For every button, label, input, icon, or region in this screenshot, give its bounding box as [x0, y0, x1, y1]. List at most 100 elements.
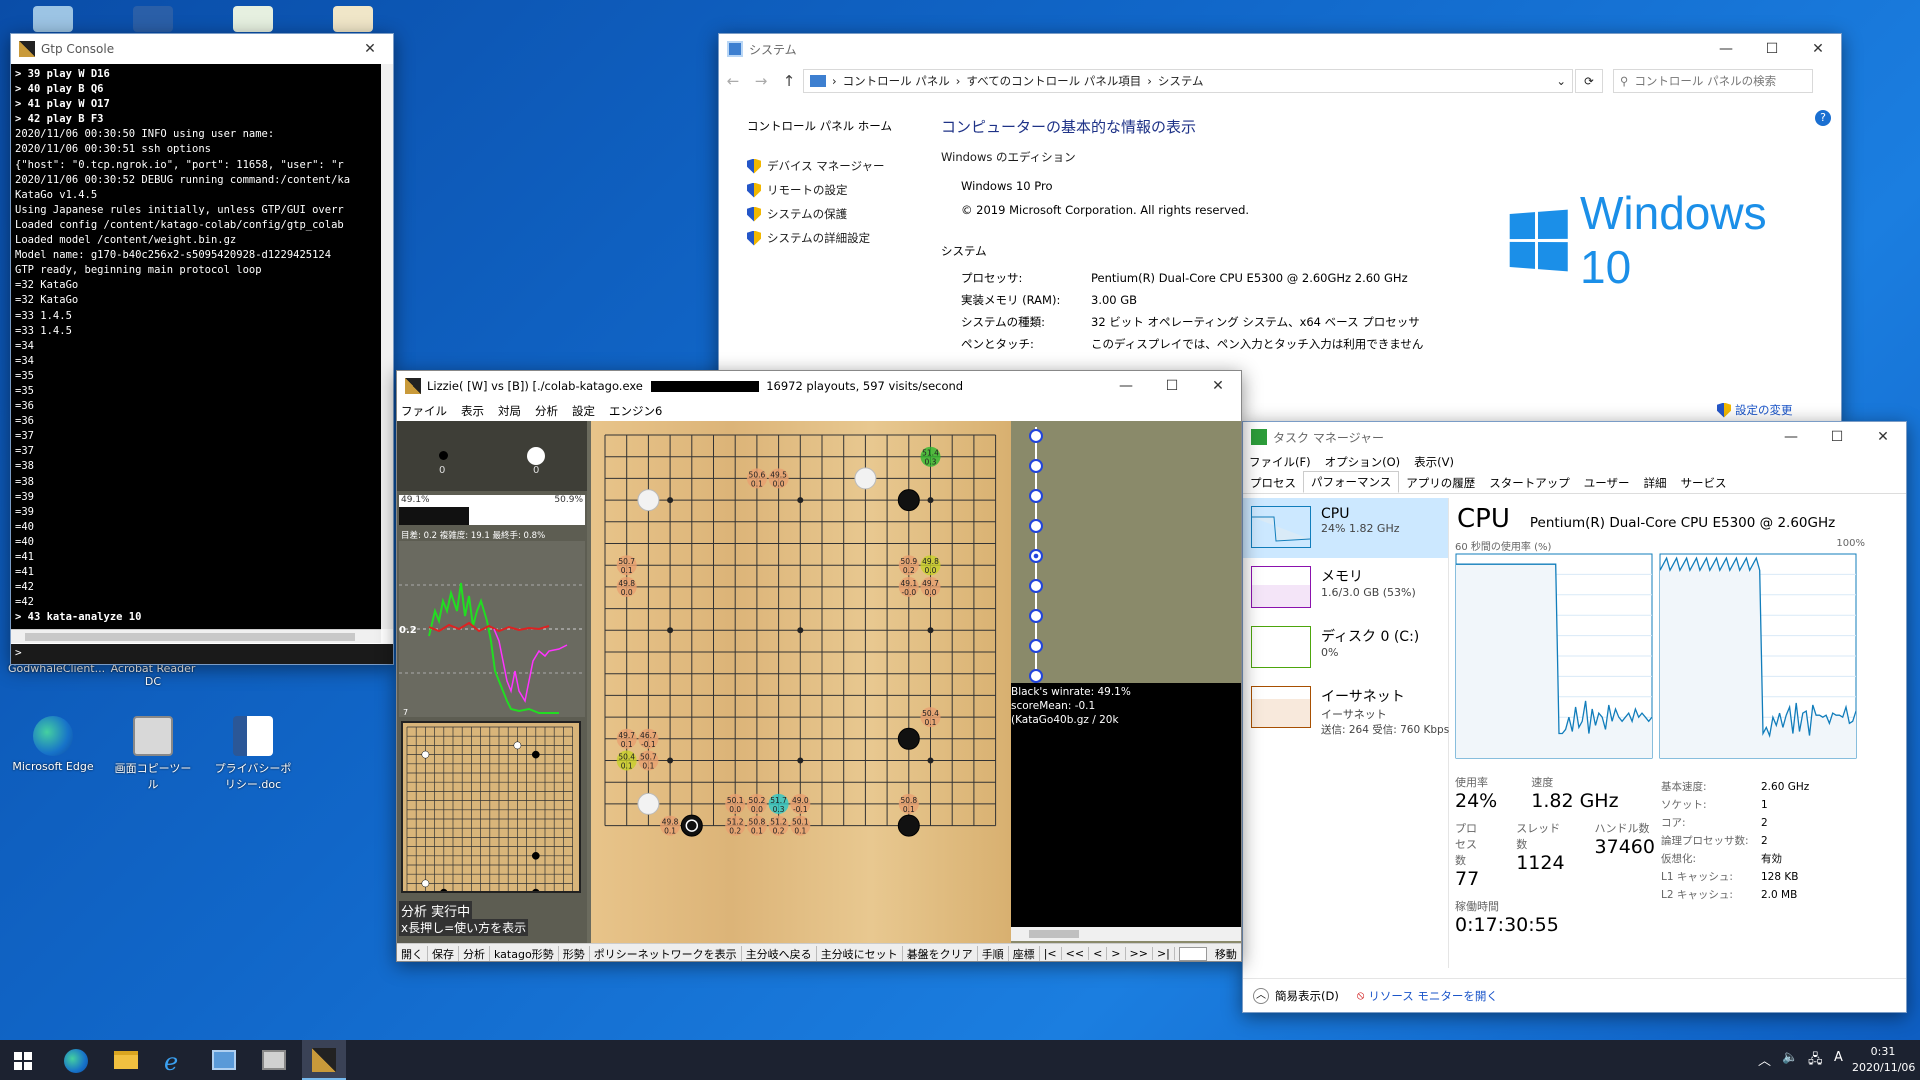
- side-cpu[interactable]: CPU 24% 1.82 GHz: [1243, 498, 1448, 558]
- tab-app-history[interactable]: アプリの履歴: [1399, 473, 1482, 493]
- variation-node[interactable]: [1029, 579, 1043, 593]
- forward-icon[interactable]: →: [747, 72, 775, 90]
- tab-startup[interactable]: スタートアップ: [1482, 473, 1577, 493]
- desktop-icon-top-2[interactable]: [110, 6, 196, 36]
- menu-options[interactable]: オプション(O): [1325, 454, 1401, 470]
- desktop-icon-top-3[interactable]: [210, 6, 296, 36]
- toolbar-button-5[interactable]: ポリシーネットワークを表示: [590, 945, 742, 961]
- search-input[interactable]: ⚲ コントロール パネルの検索: [1613, 69, 1813, 93]
- taskbar-tool-icon[interactable]: [262, 1050, 286, 1070]
- toolbar-button-4[interactable]: 形勢: [559, 945, 590, 961]
- console-input[interactable]: >: [11, 644, 393, 664]
- tab-processes[interactable]: プロセス: [1243, 473, 1303, 493]
- toolbar-button-6[interactable]: 主分岐へ戻る: [742, 945, 817, 961]
- tab-users[interactable]: ユーザー: [1577, 473, 1637, 493]
- variation-node[interactable]: [1029, 459, 1043, 473]
- change-settings-link[interactable]: 設定の変更: [1717, 402, 1793, 418]
- breadcrumb-system[interactable]: システム: [1158, 73, 1204, 89]
- board-svg[interactable]: 50.60.149.50.050.70.149.80.050.90.249.80…: [591, 421, 1011, 943]
- tab-details[interactable]: 詳細: [1637, 473, 1674, 493]
- toolbar-button-3[interactable]: katago形勢: [490, 945, 559, 961]
- toolbar-button-14[interactable]: >: [1107, 947, 1126, 960]
- toolbar-button-1[interactable]: 保存: [428, 945, 459, 961]
- toolbar-button-9[interactable]: 手順: [978, 945, 1009, 961]
- tray-clock[interactable]: 0:31 2020/11/06: [1852, 1044, 1915, 1076]
- tray-volume-icon[interactable]: 🔈: [1782, 1050, 1798, 1065]
- minimize-icon[interactable]: —: [1703, 34, 1749, 64]
- side-memory[interactable]: メモリ 1.6/3.0 GB (53%): [1243, 558, 1448, 618]
- menu-engine[interactable]: エンジン6: [609, 403, 662, 419]
- system-protection-link[interactable]: システムの保護: [747, 202, 919, 226]
- tray-chevron-up-icon[interactable]: ︿: [1758, 1050, 1771, 1069]
- menu-game[interactable]: 対局: [498, 403, 521, 419]
- menu-view[interactable]: 表示: [461, 403, 484, 419]
- maximize-icon[interactable]: ☐: [1814, 422, 1860, 452]
- taskbar-explorer-icon[interactable]: [114, 1051, 138, 1069]
- variation-node[interactable]: [1029, 549, 1043, 563]
- refresh-button[interactable]: ⟳: [1575, 69, 1603, 93]
- toolbar-button-12[interactable]: <<: [1062, 947, 1090, 960]
- close-icon[interactable]: ✕: [1195, 371, 1241, 401]
- taskbar-lizzie-icon[interactable]: [302, 1040, 346, 1080]
- variation-node[interactable]: [1029, 489, 1043, 503]
- tray-ime-indicator[interactable]: A: [1834, 1050, 1843, 1065]
- menu-settings[interactable]: 設定: [572, 403, 595, 419]
- up-icon[interactable]: ↑: [775, 72, 803, 90]
- side-disk[interactable]: ディスク 0 (C:) 0%: [1243, 618, 1448, 678]
- tm-titlebar[interactable]: タスク マネージャー — ☐ ✕: [1243, 422, 1906, 452]
- go-board[interactable]: 50.6 0.1 49.5 0.0 50.7 0.1 49.8 0.0 50.9 0.2 49.8 0…: [591, 421, 1011, 943]
- close-icon[interactable]: ✕: [1795, 34, 1841, 64]
- resource-monitor-link[interactable]: ⦸ リソース モニターを開く: [1357, 988, 1498, 1004]
- remote-settings-link[interactable]: リモートの設定: [747, 178, 919, 202]
- close-icon[interactable]: ✕: [347, 34, 393, 64]
- menu-analysis[interactable]: 分析: [535, 403, 558, 419]
- minimize-icon[interactable]: —: [1103, 371, 1149, 401]
- gtp-titlebar[interactable]: Gtp Console ✕: [11, 34, 393, 64]
- close-icon[interactable]: ✕: [1860, 422, 1906, 452]
- toolbar-button-2[interactable]: 分析: [459, 945, 490, 961]
- move-button[interactable]: 移動: [1211, 945, 1241, 961]
- toolbar-button-0[interactable]: 開く: [397, 945, 428, 961]
- minimize-icon[interactable]: —: [1768, 422, 1814, 452]
- back-icon[interactable]: ←: [719, 72, 747, 90]
- start-button[interactable]: [14, 1052, 32, 1070]
- tray-network-icon[interactable]: 🖧: [1808, 1050, 1823, 1072]
- advanced-settings-link[interactable]: システムの詳細設定: [747, 226, 919, 250]
- variation-node[interactable]: [1029, 669, 1043, 683]
- toolbar-button-8[interactable]: 碁盤をクリア: [903, 945, 978, 961]
- toolbar-button-15[interactable]: >>: [1126, 947, 1153, 960]
- variation-node[interactable]: [1029, 639, 1043, 653]
- desktop-icon-privacy-doc[interactable]: プライバシーポリシー.doc: [210, 716, 296, 792]
- variation-node[interactable]: [1029, 609, 1043, 623]
- maximize-icon[interactable]: ☐: [1749, 34, 1795, 64]
- desktop-icon-screen-copy[interactable]: 画面コピーツール: [110, 716, 196, 792]
- desktop-icon-top-4[interactable]: [310, 6, 396, 36]
- toolbar-button-7[interactable]: 主分岐にセット: [817, 945, 903, 961]
- chevron-down-icon[interactable]: ⌄: [1556, 74, 1566, 88]
- console-scrollbar-v[interactable]: [381, 64, 393, 629]
- menu-view[interactable]: 表示(V): [1414, 454, 1454, 470]
- toolbar-button-16[interactable]: >|: [1153, 947, 1175, 960]
- taskbar-control-panel-icon[interactable]: [212, 1050, 236, 1070]
- menu-file[interactable]: ファイル: [401, 403, 447, 419]
- lizzie-titlebar[interactable]: Lizzie( [W] vs [B]) [./colab-katago.exe …: [397, 371, 1241, 401]
- maximize-icon[interactable]: ☐: [1149, 371, 1195, 401]
- breadcrumb-all-items[interactable]: すべてのコントロール パネル項目: [966, 73, 1141, 89]
- tab-services[interactable]: サービス: [1674, 473, 1734, 493]
- home-link[interactable]: コントロール パネル ホーム: [747, 118, 919, 154]
- fewer-details-button[interactable]: ︿ 簡易表示(D): [1253, 987, 1339, 1004]
- address-bar[interactable]: › コントロール パネル › すべてのコントロール パネル項目 › システム ⌄: [803, 69, 1573, 93]
- variation-node[interactable]: [1029, 429, 1043, 443]
- toolbar-button-10[interactable]: 座標: [1009, 945, 1040, 961]
- move-number-input[interactable]: [1178, 946, 1207, 961]
- desktop-icon-recycle-bin[interactable]: [10, 6, 96, 36]
- desktop-icon-edge[interactable]: Microsoft Edge: [10, 716, 96, 773]
- info-scrollbar[interactable]: [1011, 927, 1241, 941]
- menu-file[interactable]: ファイル(F): [1249, 454, 1311, 470]
- side-ethernet[interactable]: イーサネット イーサネット 送信: 264 受信: 760 Kbps: [1243, 678, 1449, 738]
- desktop-icon-acrobat[interactable]: Acrobat Reader DC: [110, 662, 196, 688]
- tab-performance[interactable]: パフォーマンス: [1303, 471, 1400, 493]
- taskbar-ie-icon[interactable]: e: [164, 1048, 178, 1076]
- breadcrumb-control-panel[interactable]: コントロール パネル: [843, 73, 950, 89]
- device-manager-link[interactable]: デバイス マネージャー: [747, 154, 919, 178]
